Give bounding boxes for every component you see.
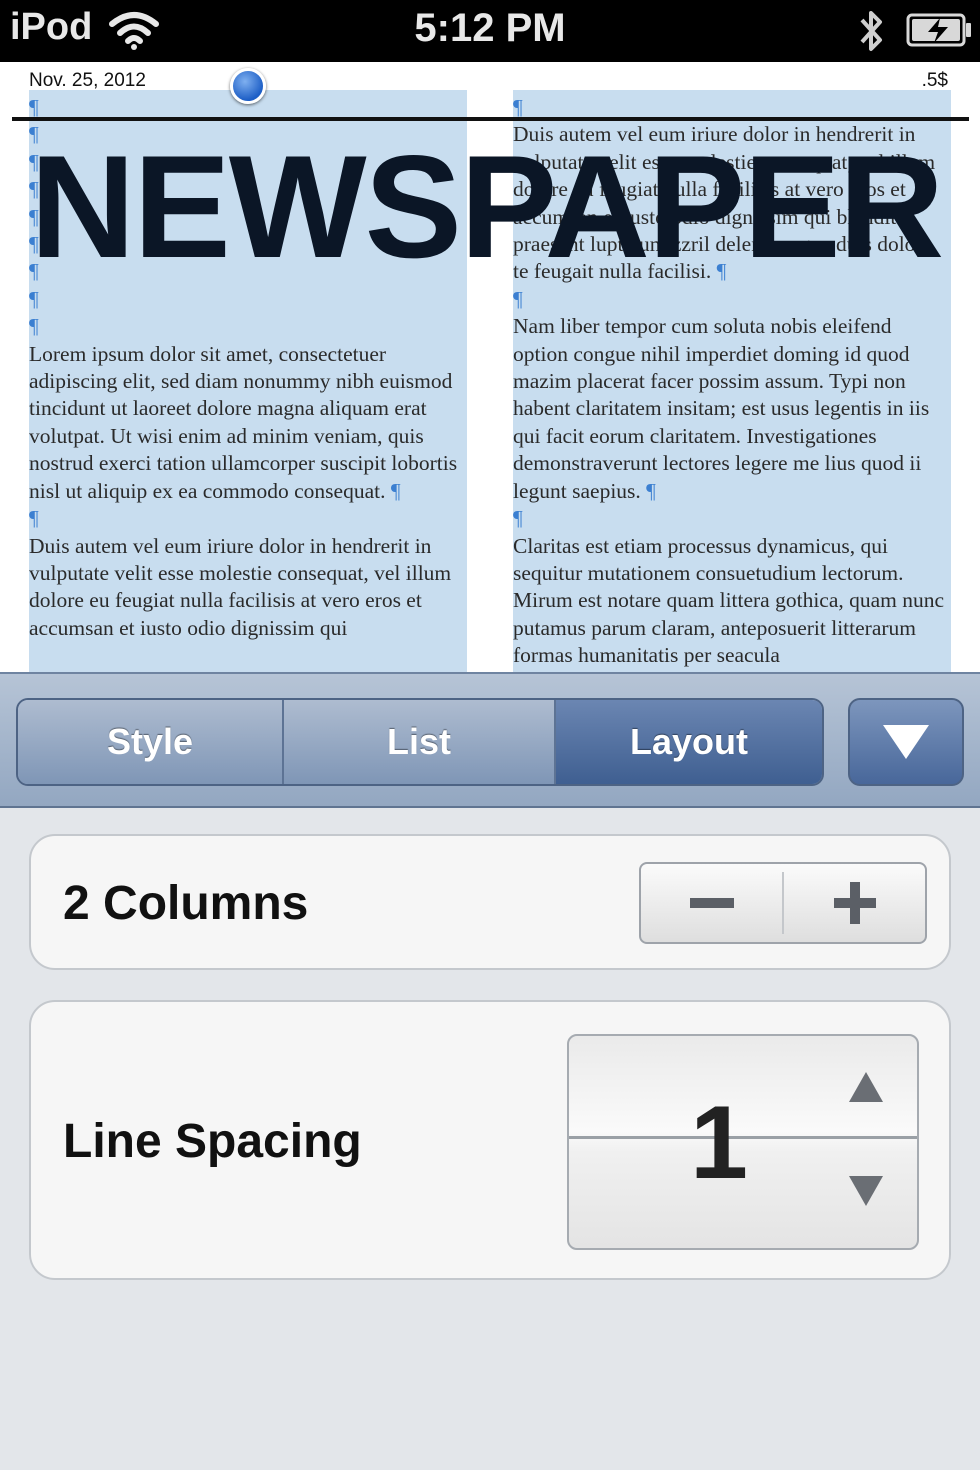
- line-spacing-label: Line Spacing: [63, 1115, 362, 1168]
- plus-icon: [833, 882, 876, 924]
- status-bar: iPod 5:12 PM: [0, 0, 980, 62]
- columns-row: 2 Columns: [29, 834, 951, 970]
- columns-label: 2 Columns: [63, 877, 309, 930]
- clock: 5:12 PM: [414, 6, 566, 50]
- tab-style[interactable]: Style: [18, 700, 284, 784]
- tab-list[interactable]: List: [284, 700, 556, 784]
- pilcrow: ¶: [29, 314, 39, 339]
- triangle-down-icon[interactable]: [849, 1176, 883, 1206]
- pilcrow: ¶: [29, 506, 39, 531]
- format-toolbar: Style List Layout: [0, 672, 980, 808]
- paragraph: Nam liber tempor cum soluta nobis eleife…: [513, 313, 951, 505]
- pilcrow: ¶: [390, 478, 401, 503]
- header-page-marker: .5$: [921, 70, 948, 91]
- bluetooth-icon: [860, 11, 882, 51]
- increase-columns-button[interactable]: [784, 864, 925, 942]
- columns-stepper: [639, 862, 927, 944]
- paragraph: Duis autem vel eum iriure dolor in hendr…: [29, 533, 452, 640]
- pilcrow: ¶: [29, 286, 39, 311]
- pilcrow: ¶: [513, 286, 523, 311]
- line-spacing-picker[interactable]: 1: [567, 1034, 919, 1250]
- paragraph: Claritas est etiam processus dynamicus, …: [513, 533, 945, 668]
- header-rule: [12, 117, 969, 121]
- pilcrow: ¶: [513, 506, 523, 531]
- battery-charging-icon: [906, 13, 971, 47]
- headline[interactable]: NEWSPAPER: [30, 132, 944, 282]
- format-tabs: Style List Layout: [16, 698, 824, 786]
- paragraph: Lorem ipsum dolor sit amet, consectetuer…: [29, 341, 467, 505]
- minus-icon: [689, 898, 734, 908]
- header-date: Nov. 25, 2012: [29, 70, 146, 91]
- selection-handle[interactable]: [230, 68, 266, 104]
- triangle-up-icon[interactable]: [849, 1072, 883, 1102]
- paragraph-text: Nam liber tempor cum soluta nobis eleife…: [513, 314, 930, 503]
- document-canvas[interactable]: Nov. 25, 2012 .5$ ¶ ¶ ¶ ¶ ¶ ¶ ¶ ¶ ¶ Lore…: [0, 62, 980, 672]
- tab-layout[interactable]: Layout: [556, 700, 822, 784]
- decrease-columns-button[interactable]: [641, 864, 782, 942]
- line-spacing-value: 1: [690, 1085, 748, 1201]
- dismiss-button[interactable]: [848, 698, 964, 786]
- line-spacing-row: Line Spacing 1: [29, 1000, 951, 1280]
- pilcrow: ¶: [646, 478, 656, 503]
- triangle-down-icon: [883, 725, 929, 759]
